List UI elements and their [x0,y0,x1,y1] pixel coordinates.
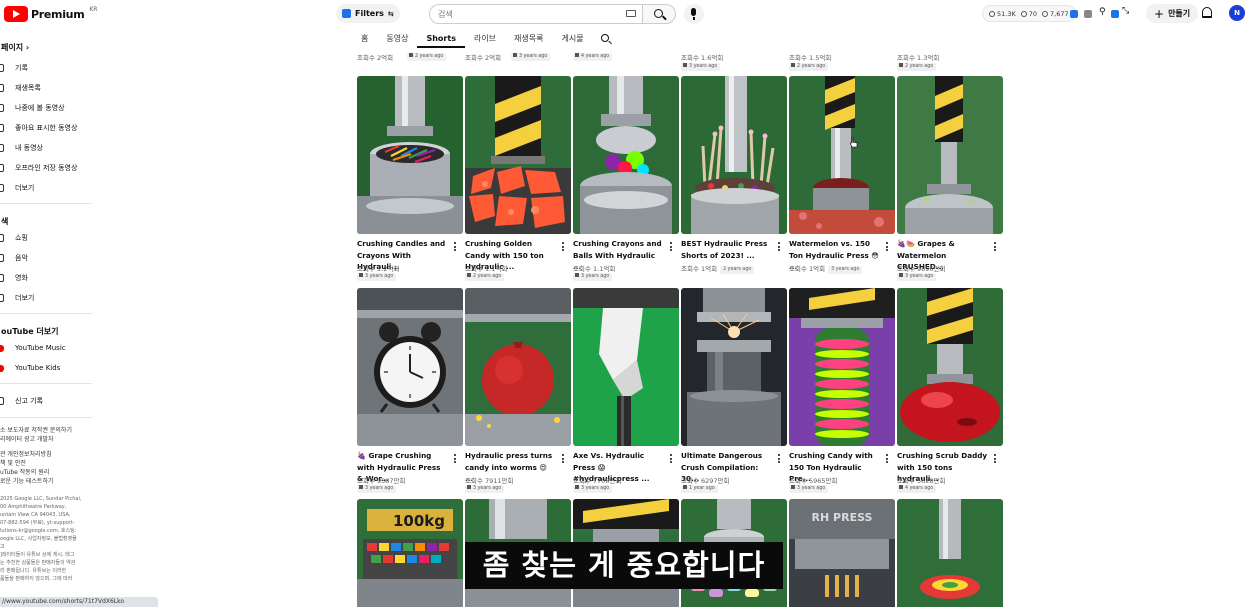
video-thumbnail[interactable] [465,76,571,234]
age-badge: 2 years ago [789,63,829,71]
more-options-icon[interactable] [453,454,456,463]
more-options-icon[interactable] [777,454,780,463]
more-options-icon[interactable] [885,454,888,463]
age-badge: 3 years ago [357,485,397,493]
view-count: 조회수 9896만회 [897,265,946,273]
age-badge: 4 years ago [897,485,937,493]
video-thumbnail[interactable] [789,76,895,234]
view-count: 조회수 1.2억회 [357,265,400,273]
view-count: 조회수 7911만회 [465,477,514,485]
view-count: 조회수 2억회 [357,54,394,62]
video-thumbnail[interactable] [897,288,1003,446]
view-count: 조회수 2억회 [465,54,502,62]
video-thumbnail[interactable]: RH PRESS [789,499,895,607]
age-badge: 3 years ago [828,266,863,274]
age-badge: 3 years ago [357,273,397,281]
shorts-grid: 조회수 2억회 2 years ago 조회수 2억회 3 years ago … [0,0,1251,607]
view-count: 조회수 5965만회 [789,477,838,485]
press-brand-label: RH PRESS [812,511,873,524]
age-badge: 2 years ago [407,53,447,61]
video-title[interactable]: BEST Hydraulic Press Shorts of 2023! ... [681,238,773,261]
more-options-icon[interactable] [561,242,564,251]
age-badge: 3 years ago [465,485,505,493]
video-thumbnail[interactable] [789,288,895,446]
age-badge: 2 years ago [897,63,937,71]
age-badge: 2 years ago [465,273,505,281]
video-thumbnail[interactable] [573,288,679,446]
view-count: 조회수 1.1억회 [465,265,508,273]
video-thumbnail[interactable] [357,76,463,234]
age-badge: 4 years ago [573,53,613,61]
age-badge: 1 year ago [681,485,718,493]
age-badge: 3 years ago [897,273,937,281]
subtitle-caption: 좀 찾는 게 중요합니다 [465,542,783,589]
age-badge: 3 years ago [573,485,613,493]
video-thumbnail[interactable] [681,76,787,234]
hand-cursor-icon [850,137,858,148]
more-options-icon[interactable] [669,242,672,251]
video-thumbnail[interactable] [357,288,463,446]
weight-label: 100kg [393,512,445,530]
view-count: 조회수 1억회 2 years ago [681,263,755,274]
more-options-icon[interactable] [777,242,780,251]
age-badge: 3 years ago [511,53,551,61]
age-badge: 3 years ago [789,485,829,493]
view-count: 조회수 1.6억회 [681,54,724,62]
view-count: 조회수 1.3억회 [897,54,940,62]
view-count: 조회수 5628만회 [897,477,946,485]
more-options-icon[interactable] [885,242,888,251]
more-options-icon[interactable] [453,242,456,251]
video-thumbnail[interactable] [897,499,1003,607]
age-badge: 3 years ago [573,273,613,281]
view-count: 조회수 1.5억회 [789,54,832,62]
more-options-icon[interactable] [561,454,564,463]
video-thumbnail[interactable]: 100kg [357,499,463,607]
more-options-icon[interactable] [993,454,996,463]
video-thumbnail[interactable] [681,288,787,446]
view-count: 조회수 1억회 3 years ago [789,263,863,274]
video-thumbnail[interactable] [573,76,679,234]
view-count: 조회수 6297만회 [681,477,730,485]
more-options-icon[interactable] [993,242,996,251]
age-badge: 3 years ago [681,63,721,71]
video-thumbnail[interactable] [897,76,1003,234]
more-options-icon[interactable] [669,454,672,463]
view-count: 조회수 9387만회 [357,477,406,485]
age-badge: 2 years ago [720,266,755,274]
video-thumbnail[interactable] [465,288,571,446]
view-count: 조회수 1.1억회 [573,265,616,273]
view-count: 조회수 7708만회 [573,477,622,485]
